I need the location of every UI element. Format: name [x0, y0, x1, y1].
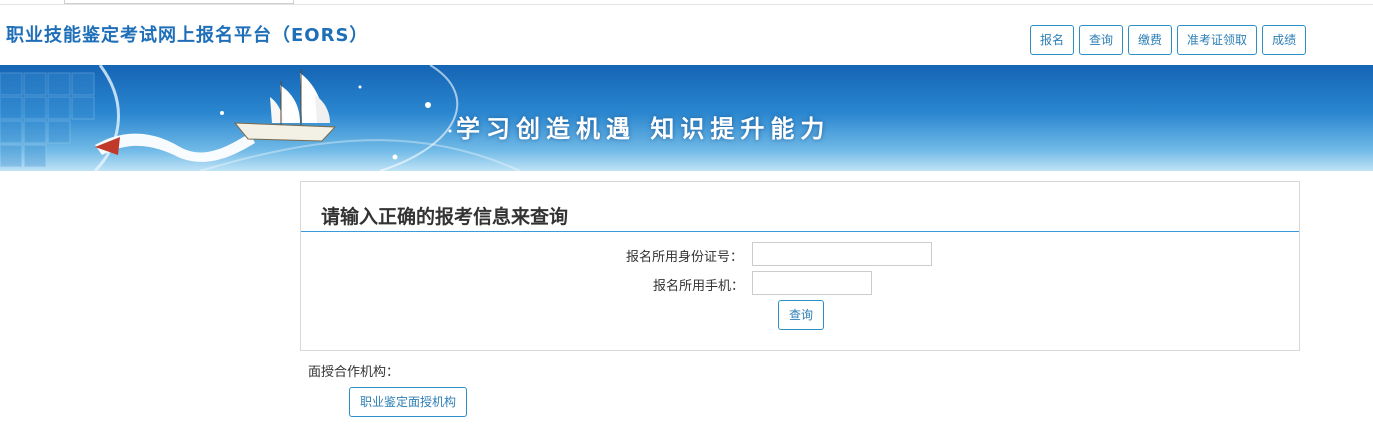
paper-ribbon-icon — [95, 133, 255, 162]
query-submit-button[interactable]: 查询 — [778, 300, 824, 330]
id-number-label: 报名所用身份证号： — [626, 250, 744, 265]
nav-register-button[interactable]: 报名 — [1030, 25, 1075, 55]
site-title: 职业技能鉴定考试网上报名平台（EORS） — [6, 25, 369, 46]
query-panel: 请输入正确的报考信息来查询 报名所用身份证号： 报名所用手机： 查询 — [300, 181, 1300, 351]
top-nav: 报名 查询 缴费 准考证领取 成绩 — [1030, 25, 1307, 55]
phone-label: 报名所用手机： — [653, 279, 745, 294]
nav-score-button[interactable]: 成绩 — [1262, 25, 1307, 55]
panel-title: 请输入正确的报考信息来查询 — [321, 206, 569, 228]
banner: 学习创造机遇 知识提升能力 — [0, 65, 1373, 171]
nav-query-button[interactable]: 查询 — [1079, 25, 1124, 55]
sailing-ship-icon — [233, 69, 337, 142]
id-number-row: 报名所用身份证号： — [301, 242, 1299, 266]
banner-slogan: 学习创造机遇 知识提升能力 — [456, 114, 831, 143]
sparkles — [220, 85, 452, 160]
browser-tab-edge — [64, 0, 294, 4]
partners-label: 面授合作机构： — [308, 365, 400, 380]
nav-admission-ticket-button[interactable]: 准考证领取 — [1177, 25, 1258, 55]
partner-institutions-button[interactable]: 职业鉴定面授机构 — [349, 387, 468, 417]
panel-divider — [301, 231, 1299, 232]
header: 职业技能鉴定考试网上报名平台（EORS） 报名 查询 缴费 准考证领取 成绩 — [0, 5, 1373, 65]
nav-payment-button[interactable]: 缴费 — [1128, 25, 1173, 55]
grid-tiles — [0, 72, 95, 168]
id-number-input[interactable] — [752, 242, 932, 266]
phone-input[interactable] — [752, 271, 872, 295]
phone-row: 报名所用手机： — [301, 271, 1299, 295]
light-arc — [93, 65, 120, 171]
